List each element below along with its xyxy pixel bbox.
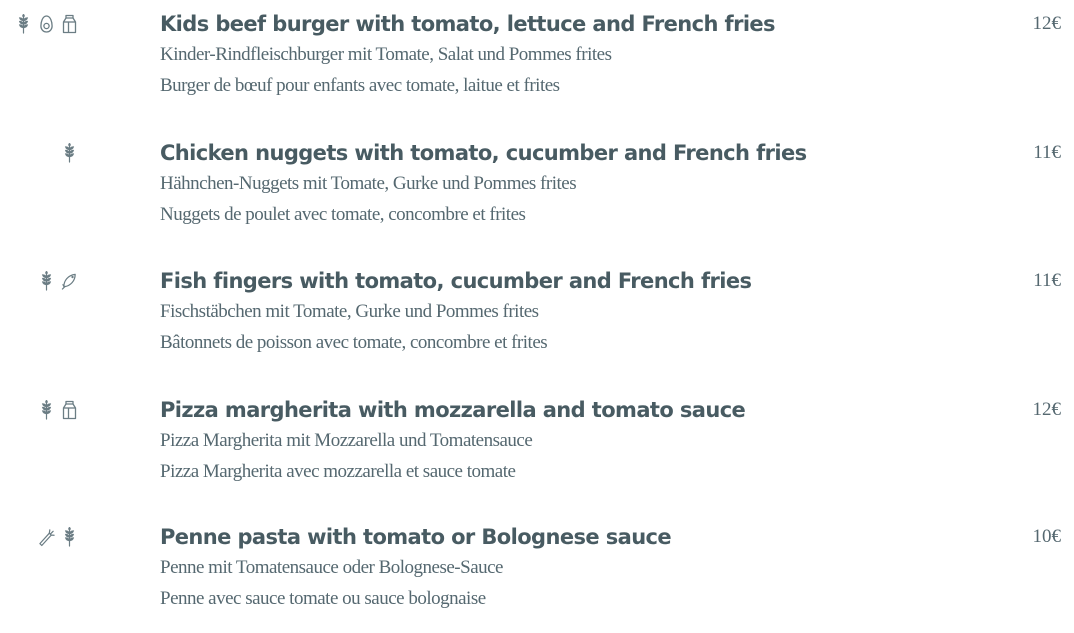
dish-description-de: Pizza Margherita mit Mozzarella und Toma…	[160, 430, 533, 451]
dish-title: Pizza margherita with mozzarella and tom…	[160, 398, 746, 422]
wheat-icon	[61, 143, 78, 163]
dish-description-de: Fischstäbchen mit Tomate, Gurke und Pomm…	[160, 301, 539, 322]
wheat-icon	[15, 14, 32, 34]
kids-menu: Kids beef burger with tomato, lettuce an…	[0, 0, 1074, 617]
dish-description-fr: Burger de bœuf pour enfants avec tomate,…	[160, 75, 560, 96]
allergen-icons	[15, 13, 78, 35]
dish-title: Penne pasta with tomato or Bolognese sau…	[160, 525, 672, 549]
dish-description-de: Kinder-Rindfleischburger mit Tomate, Sal…	[160, 44, 612, 65]
egg-icon	[38, 14, 55, 34]
allergen-icons	[38, 399, 78, 421]
dish-title: Fish fingers with tomato, cucumber and F…	[160, 269, 752, 293]
dish-price: 11€	[1033, 270, 1061, 291]
menu-item-fish-fingers: Fish fingers with tomato, cucumber and F…	[0, 267, 1074, 377]
wheat-icon	[61, 527, 78, 547]
milk-carton-icon	[61, 400, 78, 420]
wheat-icon	[38, 271, 55, 291]
menu-item-kids-burger: Kids beef burger with tomato, lettuce an…	[0, 10, 1074, 120]
wheat-icon	[38, 400, 55, 420]
allergen-icons	[61, 142, 78, 164]
dish-description-fr: Bâtonnets de poisson avec tomate, concom…	[160, 332, 548, 353]
allergen-icons	[38, 270, 78, 292]
menu-item-chicken-nuggets: Chicken nuggets with tomato, cucumber an…	[0, 139, 1074, 249]
dish-description-de: Penne mit Tomatensauce oder Bolognese-Sa…	[160, 557, 504, 578]
dish-description-fr: Nuggets de poulet avec tomate, concombre…	[160, 204, 526, 225]
dish-title: Chicken nuggets with tomato, cucumber an…	[160, 141, 807, 165]
fish-icon	[61, 271, 78, 291]
dish-description-de: Hähnchen-Nuggets mit Tomate, Gurke und P…	[160, 173, 577, 194]
celery-icon	[38, 527, 55, 547]
dish-description-fr: Pizza Margherita avec mozzarella et sauc…	[160, 461, 516, 482]
milk-carton-icon	[61, 14, 78, 34]
allergen-icons	[38, 526, 78, 548]
dish-title: Kids beef burger with tomato, lettuce an…	[160, 12, 776, 36]
dish-price: 11€	[1033, 142, 1061, 163]
menu-item-pizza-margherita: Pizza margherita with mozzarella and tom…	[0, 396, 1074, 506]
dish-price: 10€	[1032, 526, 1062, 547]
dish-price: 12€	[1032, 13, 1062, 34]
dish-description-fr: Penne avec sauce tomate ou sauce bologna…	[160, 588, 486, 609]
dish-price: 12€	[1032, 399, 1062, 420]
